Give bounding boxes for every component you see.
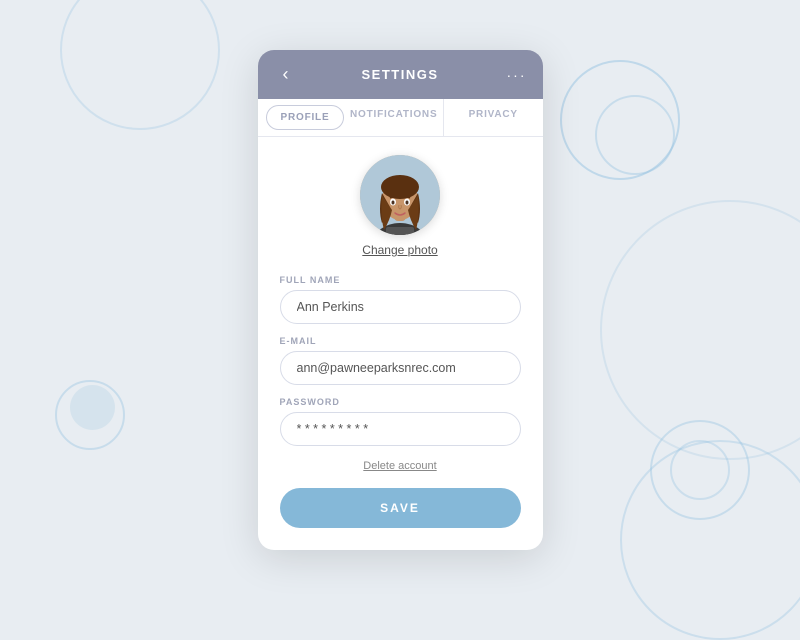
avatar-section: Change photo bbox=[280, 155, 521, 257]
tab-notifications[interactable]: NOTIFICATIONS bbox=[344, 99, 444, 136]
phone-card: ‹ SETTINGS ··· PROFILE NOTIFICATIONS PRI… bbox=[258, 50, 543, 550]
password-input[interactable] bbox=[280, 412, 521, 446]
more-options-button[interactable]: ··· bbox=[503, 67, 527, 83]
save-button[interactable]: SAVE bbox=[280, 488, 521, 528]
full-name-field-group: FULL NAME bbox=[280, 275, 521, 324]
change-photo-button[interactable]: Change photo bbox=[362, 243, 437, 257]
full-name-input[interactable] bbox=[280, 290, 521, 324]
profile-content: Change photo FULL NAME E-MAIL PASSWORD D… bbox=[258, 137, 543, 550]
back-button[interactable]: ‹ bbox=[274, 64, 298, 85]
password-label: PASSWORD bbox=[280, 397, 521, 407]
email-label: E-MAIL bbox=[280, 336, 521, 346]
email-input[interactable] bbox=[280, 351, 521, 385]
tabs-bar: PROFILE NOTIFICATIONS PRIVACY bbox=[258, 99, 543, 137]
page-title: SETTINGS bbox=[298, 67, 503, 82]
bg-circle-7 bbox=[620, 440, 800, 640]
full-name-label: FULL NAME bbox=[280, 275, 521, 285]
tab-privacy[interactable]: PRIVACY bbox=[444, 99, 543, 136]
bg-circle-8 bbox=[600, 200, 800, 460]
delete-account-button[interactable]: Delete account bbox=[280, 460, 521, 472]
tab-profile[interactable]: PROFILE bbox=[266, 105, 345, 130]
password-field-group: PASSWORD bbox=[280, 397, 521, 446]
bg-circle-9 bbox=[60, 0, 220, 130]
avatar bbox=[360, 155, 440, 235]
header: ‹ SETTINGS ··· bbox=[258, 50, 543, 99]
bg-circle-2 bbox=[595, 95, 675, 175]
bg-circle-fill-6 bbox=[70, 385, 115, 430]
email-field-group: E-MAIL bbox=[280, 336, 521, 385]
